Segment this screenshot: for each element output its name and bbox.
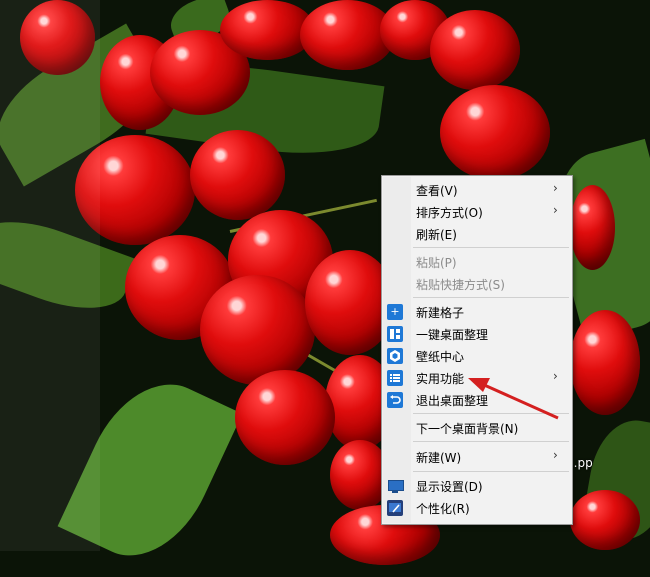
annotation-arrow-icon [468, 378, 559, 420]
